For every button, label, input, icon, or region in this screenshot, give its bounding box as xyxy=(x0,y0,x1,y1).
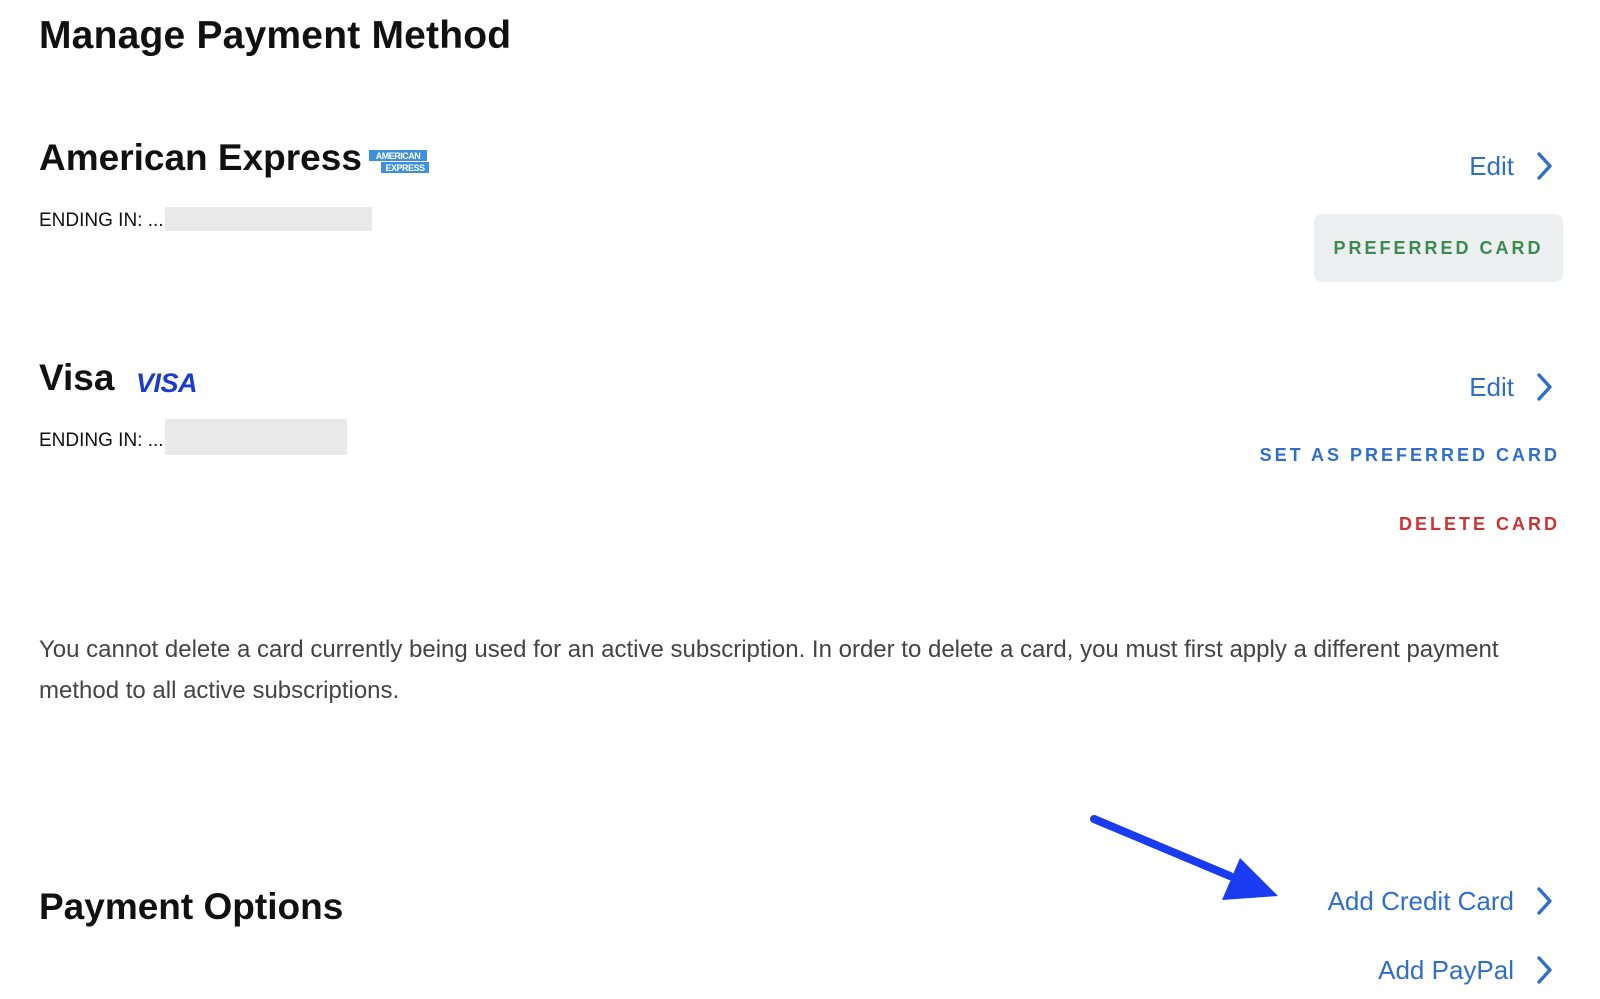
svg-text:AMERICAN: AMERICAN xyxy=(376,151,421,161)
payment-options-title: Payment Options xyxy=(39,886,344,927)
chevron-right-icon[interactable] xyxy=(1531,955,1557,985)
delete-card-notice: You cannot delete a card currently being… xyxy=(39,636,1499,704)
page-title: Manage Payment Method xyxy=(39,14,512,57)
edit-label: Edit xyxy=(1469,372,1514,402)
arrow-annotation-icon xyxy=(1090,808,1290,913)
chevron-right-icon[interactable] xyxy=(1531,151,1557,181)
edit-label: Edit xyxy=(1469,151,1514,181)
delete-card-link[interactable]: DELETE CARD xyxy=(1399,514,1560,535)
chevron-right-icon[interactable] xyxy=(1531,372,1557,402)
add-credit-card-label: Add Credit Card xyxy=(1327,886,1514,916)
svg-text:EXPRESS: EXPRESS xyxy=(385,163,425,173)
chevron-right-icon[interactable] xyxy=(1531,886,1557,916)
card-name-visa: Visa xyxy=(39,357,115,398)
amex-logo: AMERICAN EXPRESS xyxy=(368,149,430,175)
card-ending-amex: ENDING IN: ... xyxy=(39,210,164,231)
redacted-card-number xyxy=(165,207,372,231)
edit-link-amex[interactable]: Edit xyxy=(1469,151,1514,182)
preferred-card-badge: PREFERRED CARD xyxy=(1314,214,1563,282)
visa-logo: VISA xyxy=(136,368,198,398)
redacted-card-number xyxy=(165,419,347,455)
edit-link-visa[interactable]: Edit xyxy=(1469,372,1514,403)
set-preferred-card-link[interactable]: SET AS PREFERRED CARD xyxy=(1260,445,1560,466)
add-credit-card-link[interactable]: Add Credit Card xyxy=(1328,886,1514,917)
card-name-amex: American Express xyxy=(39,137,362,178)
add-paypal-link[interactable]: Add PayPal xyxy=(1378,955,1514,986)
card-ending-visa: ENDING IN: ... xyxy=(39,430,164,451)
add-paypal-label: Add PayPal xyxy=(1378,955,1514,985)
